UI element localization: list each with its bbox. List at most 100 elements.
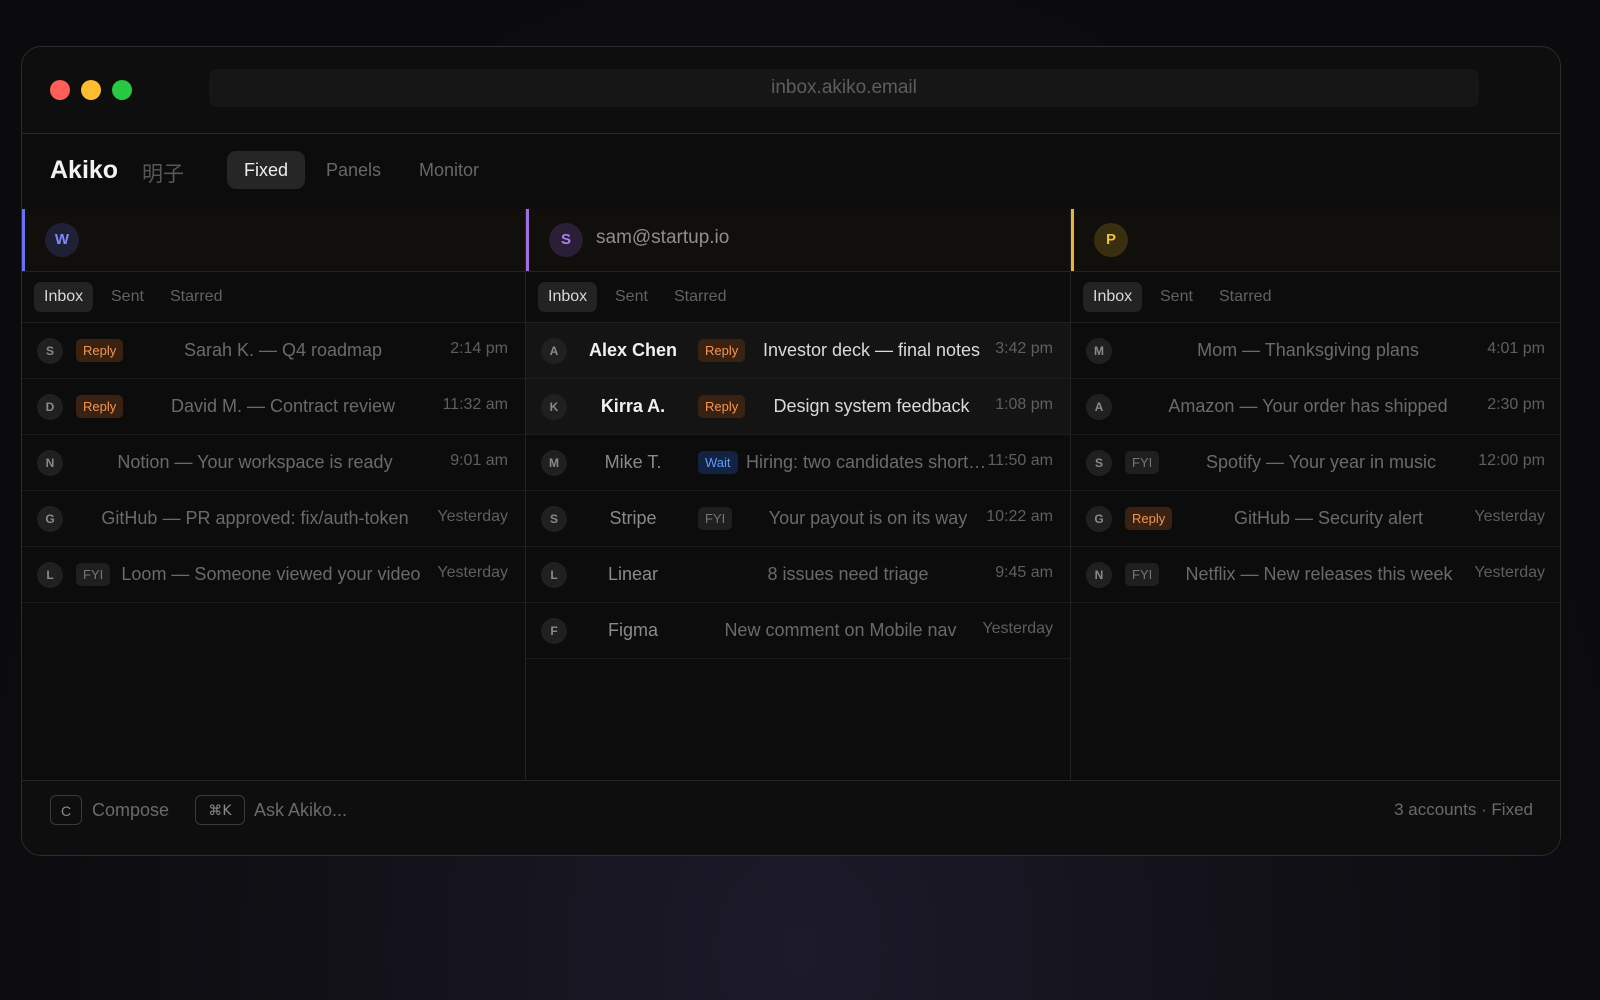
fyi-badge: FYI — [1125, 563, 1160, 586]
sender-avatar: L — [541, 562, 567, 588]
email-sender: Kirra A. — [600, 396, 666, 416]
footer-bar: C Compose ⌘K Ask Akiko... 3 accounts · F… — [22, 780, 1560, 855]
reply-badge: Reply — [698, 339, 746, 362]
folder-tabs: Inbox Sent Starred — [22, 272, 525, 323]
tab-sent[interactable]: Sent — [1150, 282, 1203, 312]
email-sender: Mike T. — [604, 452, 662, 472]
title-bar: inbox.akiko.email — [22, 47, 1560, 134]
tab-sent[interactable]: Sent — [101, 282, 154, 312]
email-subject: Your payout is on its way — [768, 508, 968, 528]
email-row[interactable]: M Mike T. Wait Hiring: two candidates sh… — [526, 435, 1070, 491]
minimize-window-button[interactable] — [81, 80, 101, 100]
sender-avatar: D — [37, 394, 63, 420]
email-subject: Sarah K. — Q4 roadmap — [183, 340, 383, 360]
email-row[interactable]: S Stripe FYI Your payout is on its way 1… — [526, 491, 1070, 547]
email-time: 10:22 am — [986, 508, 1053, 525]
account-email: sam@startup.io — [596, 227, 730, 248]
reply-badge: Reply — [76, 395, 124, 418]
email-row[interactable]: N FYI Netflix — New releases this week Y… — [1071, 547, 1560, 603]
account-column-p: P Inbox Sent Starred M Mom — Thanksgivin… — [1071, 209, 1560, 783]
folder-tabs: Inbox Sent Starred — [526, 272, 1070, 323]
email-row[interactable]: A Amazon — Your order has shipped 2:30 p… — [1071, 379, 1560, 435]
email-row[interactable]: S Reply Sarah K. — Q4 roadmap 2:14 pm — [22, 323, 525, 379]
email-time: Yesterday — [437, 508, 508, 525]
email-time: 2:30 pm — [1487, 396, 1545, 413]
email-subject: Hiring: two candidates shortlisted — [746, 452, 990, 472]
sender-avatar: S — [1086, 450, 1112, 476]
fyi-badge: FYI — [76, 563, 111, 586]
email-row[interactable]: F Figma New comment on Mobile nav Yester… — [526, 603, 1070, 659]
ask-akiko-button[interactable]: Ask Akiko... — [254, 800, 347, 821]
email-row[interactable]: G GitHub — PR approved: fix/auth-token Y… — [22, 491, 525, 547]
sender-avatar: G — [37, 506, 63, 532]
email-row[interactable]: L Linear 8 issues need triage 9:45 am — [526, 547, 1070, 603]
email-row[interactable]: K Kirra A. Reply Design system feedback … — [526, 379, 1070, 435]
email-sender: Linear — [607, 564, 659, 584]
tab-sent[interactable]: Sent — [605, 282, 658, 312]
account-accent-bar — [1071, 209, 1074, 271]
email-row[interactable]: M Mom — Thanksgiving plans 4:01 pm — [1071, 323, 1560, 379]
email-subject: 8 issues need triage — [767, 564, 929, 584]
tab-inbox[interactable]: Inbox — [538, 282, 598, 312]
email-subject: Notion — Your workspace is ready — [117, 452, 393, 472]
mode-tab-fixed[interactable]: Fixed — [227, 151, 306, 189]
email-time: 11:32 am — [442, 396, 508, 413]
email-subject: Design system feedback — [773, 396, 970, 416]
ask-shortcut-key[interactable]: ⌘K — [195, 795, 245, 825]
tab-starred[interactable]: Starred — [160, 282, 232, 312]
email-subject: Spotify — Your year in music — [1205, 452, 1437, 472]
sender-avatar: F — [541, 618, 567, 644]
reply-badge: Reply — [1125, 507, 1173, 530]
email-row[interactable]: S FYI Spotify — Your year in music 12:00… — [1071, 435, 1560, 491]
email-time: 3:42 pm — [995, 340, 1053, 357]
compose-shortcut-key[interactable]: C — [50, 795, 82, 825]
email-sender: Alex Chen — [588, 340, 678, 360]
app-name: Akiko — [50, 156, 119, 184]
mode-tab-panels[interactable]: Panels — [309, 151, 398, 189]
email-row[interactable]: L FYI Loom — Someone viewed your video Y… — [22, 547, 525, 603]
email-time: 2:14 pm — [450, 340, 508, 357]
reply-badge: Reply — [698, 395, 746, 418]
email-time: 4:01 pm — [1487, 340, 1545, 357]
app-name-jp: 明子 — [142, 162, 184, 186]
tab-starred[interactable]: Starred — [664, 282, 736, 312]
tab-inbox[interactable]: Inbox — [1083, 282, 1143, 312]
email-row[interactable]: A Alex Chen Reply Investor deck — final … — [526, 323, 1070, 379]
tab-inbox[interactable]: Inbox — [34, 282, 94, 312]
app-header: Akiko 明子 Fixed Panels Monitor — [22, 134, 1560, 210]
email-row[interactable]: N Notion — Your workspace is ready 9:01 … — [22, 435, 525, 491]
account-header: S sam@startup.io — [526, 209, 1070, 272]
account-column-s: S sam@startup.io Inbox Sent Starred A Al… — [526, 209, 1071, 783]
email-time: Yesterday — [982, 620, 1053, 637]
email-time: 9:01 am — [450, 452, 508, 469]
sender-avatar: K — [541, 394, 567, 420]
status-text: 3 accounts · Fixed — [1394, 800, 1533, 819]
fyi-badge: FYI — [1125, 451, 1160, 474]
sender-avatar: S — [541, 506, 567, 532]
email-row[interactable]: D Reply David M. — Contract review 11:32… — [22, 379, 525, 435]
compose-button[interactable]: Compose — [92, 800, 169, 821]
account-avatar[interactable]: W — [45, 223, 79, 257]
email-subject: David M. — Contract review — [170, 396, 396, 416]
mode-tab-monitor[interactable]: Monitor — [402, 151, 496, 189]
email-row[interactable]: G Reply GitHub — Security alert Yesterda… — [1071, 491, 1560, 547]
email-time: 9:45 am — [995, 564, 1053, 581]
sender-avatar: L — [37, 562, 63, 588]
tab-starred[interactable]: Starred — [1209, 282, 1281, 312]
email-sender: Figma — [607, 620, 658, 640]
email-time: Yesterday — [1474, 564, 1545, 581]
account-accent-bar — [22, 209, 25, 271]
email-subject: GitHub — Security alert — [1233, 508, 1424, 528]
account-avatar[interactable]: P — [1094, 223, 1128, 257]
browser-window: inbox.akiko.email Akiko 明子 Fixed Panels … — [21, 46, 1561, 856]
sender-avatar: N — [1086, 562, 1112, 588]
maximize-window-button[interactable] — [112, 80, 132, 100]
sender-avatar: M — [541, 450, 567, 476]
account-column-w: W Inbox Sent Starred S Reply Sarah K. — … — [22, 209, 526, 783]
sender-avatar: A — [1086, 394, 1112, 420]
account-avatar[interactable]: S — [549, 223, 583, 257]
email-time: 1:08 pm — [995, 396, 1053, 413]
email-subject: New comment on Mobile nav — [724, 620, 957, 640]
close-window-button[interactable] — [50, 80, 70, 100]
address-bar[interactable]: inbox.akiko.email — [209, 69, 1479, 107]
